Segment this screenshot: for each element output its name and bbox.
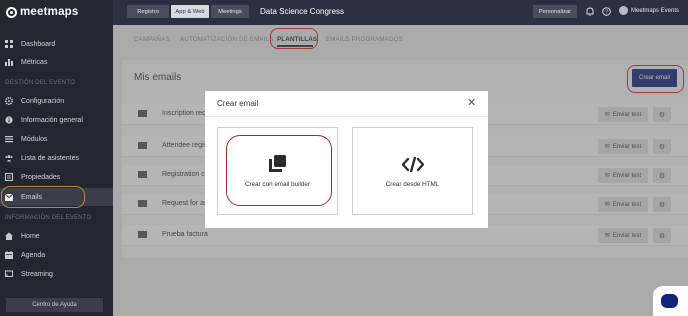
logo-text: meetmaps — [20, 6, 79, 18]
topnav-app-web[interactable]: App & Web — [171, 5, 209, 18]
modal-divider — [205, 116, 488, 117]
sidebar-item-label: Streaming — [21, 270, 53, 278]
section-gestion: GESTIÓN DEL EVENTO — [5, 80, 75, 86]
gear-icon — [5, 97, 13, 105]
builder-highlight-ring — [226, 135, 332, 206]
sidebar-item-dashboard[interactable]: Dashboard — [0, 35, 113, 53]
properties-icon — [5, 173, 13, 181]
chart-icon — [5, 58, 13, 66]
info-icon — [5, 116, 13, 124]
meetmaps-logo-icon — [6, 6, 17, 18]
personalize-button[interactable]: Personalizar — [533, 5, 577, 18]
home-icon — [5, 232, 13, 240]
event-title: Data Science Congress — [260, 7, 345, 16]
html-option[interactable]: Crear desde HTML — [352, 127, 473, 215]
calendar-icon — [5, 251, 13, 259]
sidebar-item-modulos[interactable]: Módulos — [0, 130, 113, 148]
help-center-button[interactable]: Centro de Ayuda — [6, 298, 103, 312]
topnav-meetings[interactable]: Meetings — [211, 5, 249, 18]
user-name: Meetmaps Events — [631, 7, 680, 14]
help-icon[interactable]: ? — [602, 7, 611, 16]
chat-icon — [661, 294, 678, 308]
code-icon — [402, 157, 424, 172]
sidebar-item-informacion[interactable]: Información general — [0, 111, 113, 129]
sidebar-item-streaming[interactable]: Streaming — [0, 265, 113, 283]
list-icon — [5, 135, 13, 143]
create-email-modal: Crear email ✕ Crear con email builder Cr… — [205, 91, 488, 228]
section-informacion: INFORMACIÓN DEL EVENTO — [5, 215, 92, 221]
avatar — [619, 6, 628, 15]
bell-icon[interactable] — [586, 7, 594, 16]
chat-widget-button[interactable] — [653, 286, 688, 316]
sidebar-item-label: Métricas — [21, 58, 48, 66]
emails-highlight-ring — [1, 186, 85, 208]
sidebar-item-metricas[interactable]: Métricas — [0, 53, 113, 71]
sidebar-item-label: Configuración — [21, 97, 65, 105]
topnav-registro[interactable]: Registro — [127, 5, 169, 18]
sidebar-item-label: Lista de asistentes — [21, 154, 79, 162]
sidebar-item-label: Módulos — [21, 135, 48, 143]
close-icon[interactable]: ✕ — [467, 96, 476, 109]
sidebar: meetmaps Dashboard Métricas GESTIÓN DEL … — [0, 0, 113, 316]
sidebar-item-label: Información general — [21, 116, 83, 124]
sidebar-item-propiedades[interactable]: Propiedades — [0, 168, 113, 186]
user-menu[interactable]: Meetmaps Events — [619, 6, 679, 15]
users-icon — [5, 154, 13, 162]
topbar: Registro App & Web Meetings Data Science… — [113, 0, 688, 25]
sidebar-item-configuracion[interactable]: Configuración — [0, 92, 113, 110]
sidebar-item-agenda[interactable]: Agenda — [0, 246, 113, 264]
sidebar-item-home[interactable]: Home — [0, 227, 113, 245]
app-logo[interactable]: meetmaps — [6, 4, 79, 20]
sidebar-item-label: Agenda — [21, 251, 46, 259]
modal-title: Crear email — [217, 99, 259, 108]
svg-text:?: ? — [605, 9, 608, 15]
sidebar-item-asistentes[interactable]: Lista de asistentes — [0, 149, 113, 167]
dashboard-icon — [5, 40, 13, 48]
html-option-label: Crear desde HTML — [385, 181, 440, 188]
streaming-icon — [5, 270, 13, 278]
sidebar-item-label: Home — [21, 232, 40, 240]
sidebar-item-label: Dashboard — [21, 40, 56, 48]
sidebar-item-label: Propiedades — [21, 173, 61, 181]
